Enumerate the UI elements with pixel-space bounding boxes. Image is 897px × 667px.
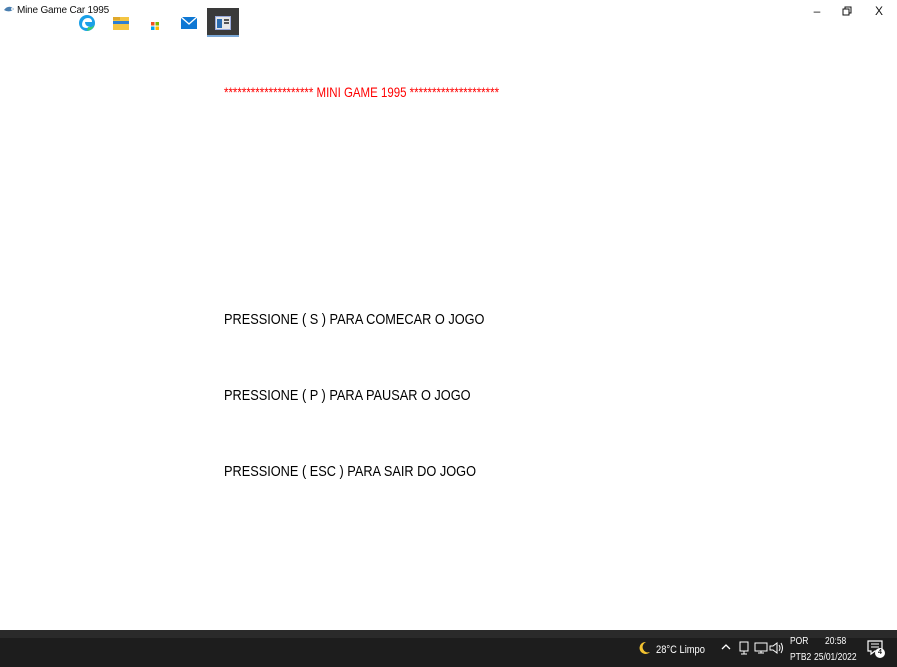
restore-button[interactable] xyxy=(830,0,864,22)
instruction-exit: PRESSIONE ( ESC ) PARA SAIR DO JOGO xyxy=(224,463,476,480)
minimize-button[interactable]: – xyxy=(800,0,834,22)
game-window-taskbar-button[interactable] xyxy=(207,8,239,37)
instruction-pause: PRESSIONE ( P ) PARA PAUSAR O JOGO xyxy=(224,387,471,404)
language-indicator[interactable]: POR xyxy=(790,636,808,647)
store-taskbar-button[interactable] xyxy=(140,8,170,37)
mail-icon xyxy=(180,15,198,29)
close-button[interactable]: X xyxy=(862,0,896,22)
network-icon[interactable] xyxy=(738,641,750,655)
game-window-icon xyxy=(215,15,231,30)
keyboard-layout-indicator[interactable]: PTB2 xyxy=(790,652,811,663)
search-button[interactable] xyxy=(38,8,66,37)
clock-date[interactable]: 25/01/2022 xyxy=(814,652,857,663)
restore-icon xyxy=(842,6,852,16)
edge-taskbar-button[interactable] xyxy=(72,8,102,37)
edge-icon xyxy=(79,14,95,31)
notification-count-badge: 4 xyxy=(875,648,885,658)
display-icon[interactable] xyxy=(754,641,768,655)
chevron-up-icon[interactable] xyxy=(720,641,732,653)
moon-weather-icon xyxy=(639,641,650,654)
close-icon: X xyxy=(874,4,883,18)
game-canvas[interactable]: ******************** MINI GAME 1995 ****… xyxy=(0,22,897,630)
game-title: ******************** MINI GAME 1995 ****… xyxy=(224,84,500,100)
file-explorer-icon xyxy=(113,16,129,30)
file-explorer-taskbar-button[interactable] xyxy=(106,8,136,37)
active-indicator xyxy=(207,35,239,37)
weather-text[interactable]: 28°C Limpo xyxy=(656,644,705,656)
clock-time[interactable]: 20:58 xyxy=(825,636,846,647)
minimize-icon: – xyxy=(813,4,821,18)
windows-start-icon xyxy=(12,16,24,29)
mail-taskbar-button[interactable] xyxy=(174,8,204,37)
search-icon xyxy=(45,16,58,29)
store-icon xyxy=(148,14,162,31)
volume-icon[interactable] xyxy=(769,641,785,655)
start-button[interactable] xyxy=(4,8,32,37)
notification-center-button[interactable]: 4 xyxy=(866,639,886,659)
instruction-start: PRESSIONE ( S ) PARA COMECAR O JOGO xyxy=(224,311,485,328)
